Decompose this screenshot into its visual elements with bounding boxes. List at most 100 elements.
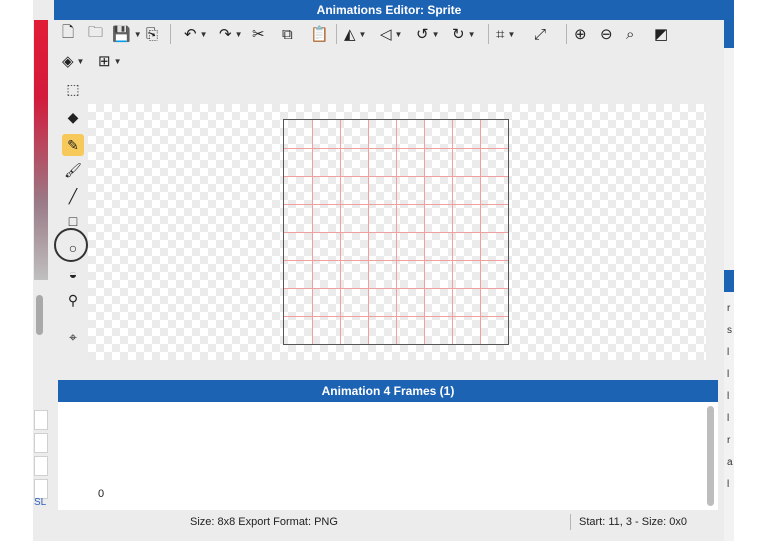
rotate-right-button[interactable]: ↻ ▼ <box>452 23 476 45</box>
layers-button[interactable]: ◈ ▼ <box>62 50 84 72</box>
flip-vertical-button[interactable]: ◁ ▼ <box>380 23 402 45</box>
status-bar: Size: 8x8 Export Format: PNG Start: 11, … <box>54 511 724 533</box>
sprite-canvas-area[interactable] <box>88 104 706 360</box>
brush-tool[interactable]: 🖌 <box>62 159 84 181</box>
background-right-labels: rsllllral <box>727 298 733 496</box>
export-button[interactable]: ⎘ <box>146 23 158 45</box>
paste-button[interactable]: 📋 <box>310 23 329 45</box>
grid-line-horizontal <box>284 232 508 233</box>
rectangle-tool[interactable]: □ <box>62 210 84 232</box>
chevron-down-icon[interactable]: ▼ <box>359 30 367 39</box>
eyedropper-tool[interactable]: ⚲ <box>62 289 84 311</box>
ellipse-icon: ○ <box>68 240 78 256</box>
background-field[interactable] <box>34 410 48 430</box>
grid-line-horizontal <box>284 204 508 205</box>
zoom-in-button[interactable]: ⊕ <box>574 23 587 45</box>
chevron-down-icon[interactable]: ▼ <box>134 30 142 39</box>
animations-editor-window: Animations Editor: Sprite 🗋 🗀 💾 ▼ ⎘ ↶ ▼ ↷ ▼ ✂ ⧉ 📋 ◭ ▼… <box>54 0 724 541</box>
marquee-select-icon: ⬚ <box>66 80 80 97</box>
zoom-out-icon: ⊖ <box>600 26 613 43</box>
resize-icon: ⤢ <box>534 25 547 43</box>
chevron-down-icon[interactable]: ▼ <box>507 30 515 39</box>
background-color-gradient <box>34 20 48 280</box>
resize-button[interactable]: ⤢ <box>534 23 546 45</box>
zoom-fit-button[interactable]: ⌕ <box>626 23 634 45</box>
flip-horizontal-button[interactable]: ◭ ▼ <box>344 23 366 45</box>
redo-button[interactable]: ↷ ▼ <box>219 23 243 45</box>
line-tool[interactable]: ╱ <box>62 185 84 207</box>
background-toggle-icon: ◩ <box>654 26 669 43</box>
canvas-vertical-scrollbar[interactable] <box>706 104 718 360</box>
fill-bucket-tool[interactable]: ◒ <box>62 263 84 285</box>
origin-point-tool[interactable]: ⌖ <box>62 326 84 348</box>
background-panel-header <box>724 270 734 292</box>
chevron-down-icon[interactable]: ▼ <box>77 57 85 66</box>
status-selection: Start: 11, 3 - Size: 0x0 <box>579 516 688 528</box>
line-icon: ╱ <box>68 187 78 204</box>
chevron-down-icon[interactable]: ▼ <box>395 30 403 39</box>
chevron-down-icon[interactable]: ▼ <box>200 30 208 39</box>
background-right-label: l <box>727 413 730 424</box>
toolbar-separator <box>488 24 489 44</box>
grid-button[interactable]: ⊞ ▼ <box>98 50 122 72</box>
background-field[interactable] <box>34 456 48 476</box>
background-link[interactable]: SL <box>34 497 46 508</box>
open-folder-button[interactable]: 🗀 <box>88 23 103 45</box>
background-field[interactable] <box>34 433 48 453</box>
tools-palette: ⬚ ◆ ✎ 🖌 ╱ □ ○ ◒ ⚲ ⌖ <box>54 81 88 376</box>
eraser-tool[interactable]: ◆ <box>62 106 84 128</box>
zoom-out-button[interactable]: ⊖ <box>600 23 613 45</box>
origin-point-icon: ⌖ <box>69 328 77 345</box>
brush-icon: 🖌 <box>64 161 82 178</box>
new-file-button[interactable]: 🗋 <box>62 23 74 45</box>
grid-line-horizontal <box>284 148 508 149</box>
status-divider <box>570 514 571 530</box>
layers-icon: ◈ <box>62 53 74 70</box>
rectangle-icon: □ <box>68 213 78 229</box>
grid-icon: ⊞ <box>98 53 111 70</box>
frame-index-label: 0 <box>98 488 105 500</box>
chevron-down-icon[interactable]: ▼ <box>432 30 440 39</box>
pencil-tool[interactable]: ✎ <box>62 134 84 156</box>
save-button[interactable]: 💾 ▼ <box>112 23 142 45</box>
toolbar-separator <box>336 24 337 44</box>
toolbar-separator <box>170 24 171 44</box>
background-right-label: l <box>727 391 730 402</box>
paste-icon: 📋 <box>310 26 329 43</box>
undo-icon: ↶ <box>184 26 197 43</box>
ellipse-tool[interactable]: ○ <box>62 237 84 259</box>
animation-panel-header: Animation 4 Frames (1) <box>58 380 718 402</box>
sprite-pixel-grid[interactable] <box>283 119 509 345</box>
background-scrollbar[interactable] <box>36 295 43 335</box>
eraser-icon: ◆ <box>67 108 79 125</box>
rotate-left-icon: ↺ <box>416 26 429 43</box>
redo-icon: ↷ <box>219 26 232 43</box>
copy-button[interactable]: ⧉ <box>282 23 293 45</box>
grid-line-horizontal <box>284 176 508 177</box>
save-icon: 💾 <box>112 26 131 43</box>
main-toolbar: 🗋 🗀 💾 ▼ ⎘ ↶ ▼ ↷ ▼ ✂ ⧉ 📋 ◭ ▼ ◁ ▼ ↺ ▼ ↻ ▼ ⌗ ▼ ⤢ ⊕ ⊖ ⌕ ◩ ◈ ▼ ⊞ ▼ <box>54 20 724 104</box>
cut-button[interactable]: ✂ <box>252 23 265 45</box>
chevron-down-icon[interactable]: ▼ <box>235 30 243 39</box>
background-right-label: r <box>727 435 731 446</box>
frames-scrollbar[interactable] <box>707 406 714 506</box>
chevron-down-icon[interactable]: ▼ <box>114 57 122 66</box>
background-toggle-button[interactable]: ◩ <box>654 23 668 45</box>
copy-icon: ⧉ <box>282 25 293 43</box>
background-field[interactable] <box>34 479 48 499</box>
animation-frames-panel[interactable]: 0 <box>58 402 718 510</box>
cut-icon: ✂ <box>252 26 265 43</box>
zoom-fit-icon: ⌕ <box>626 25 635 43</box>
background-right-label: a <box>727 457 733 468</box>
toolbar-separator <box>566 24 567 44</box>
rotate-left-button[interactable]: ↺ ▼ <box>416 23 440 45</box>
marquee-select-tool[interactable]: ⬚ <box>62 78 84 100</box>
crop-button[interactable]: ⌗ ▼ <box>496 23 515 45</box>
flip-vertical-icon: ◁ <box>380 26 392 43</box>
chevron-down-icon[interactable]: ▼ <box>468 30 476 39</box>
undo-button[interactable]: ↶ ▼ <box>184 23 208 45</box>
zoom-in-icon: ⊕ <box>574 26 587 43</box>
rotate-right-icon: ↻ <box>452 26 465 43</box>
fill-bucket-icon: ◒ <box>68 266 78 282</box>
background-right-label: s <box>727 325 732 336</box>
